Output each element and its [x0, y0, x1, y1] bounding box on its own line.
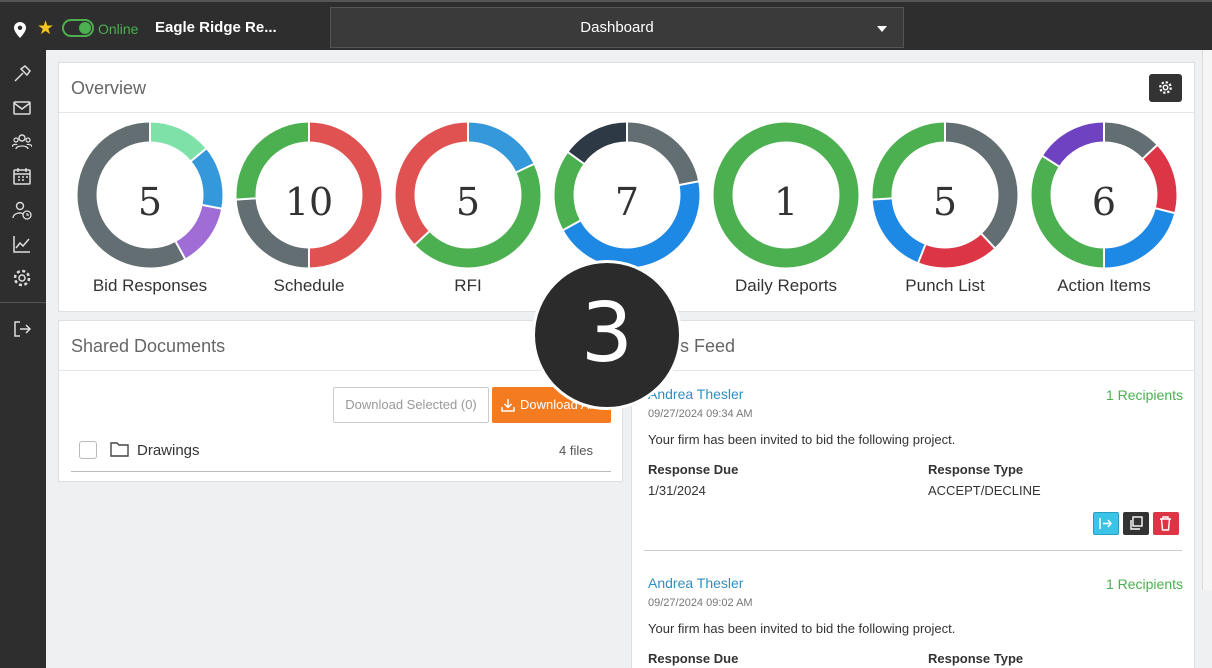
forward-button[interactable]	[1093, 512, 1119, 535]
folder-icon	[110, 442, 129, 457]
location-pin-icon[interactable]	[14, 22, 26, 38]
download-selected-button[interactable]: Download Selected (0)	[333, 387, 489, 423]
shared-documents-title: Shared Documents	[71, 336, 226, 356]
overview-title: Overview	[71, 78, 147, 98]
news-feed-title: s Feed	[680, 336, 736, 356]
feed-message: Your firm has been invited to bid the fo…	[648, 432, 956, 447]
user-clock-icon[interactable]	[12, 200, 32, 220]
step-badge: 3	[532, 260, 682, 410]
feed-recipients[interactable]: 1 Recipients	[1106, 576, 1183, 592]
news-feed-panel: s Feed Andrea Thesler 1 Recipients 09/27…	[631, 320, 1195, 668]
feed-timestamp: 09/27/2024 09:34 AM	[648, 408, 753, 420]
chevron-down-icon	[877, 26, 887, 32]
widget-value: 1	[773, 180, 799, 224]
widget-value: 6	[1091, 180, 1117, 224]
feed-message: Your firm has been invited to bid the fo…	[648, 621, 956, 636]
response-type-label: Response Type	[928, 462, 1024, 477]
team-icon[interactable]	[12, 132, 32, 152]
delete-button[interactable]	[1153, 512, 1179, 535]
feed-item: Andrea Thesler 1 Recipients 09/27/2024 0…	[648, 386, 1183, 546]
widget-punch-list[interactable]: 5 Punch List	[872, 122, 1018, 302]
logout-icon[interactable]	[12, 319, 32, 339]
mail-icon[interactable]	[12, 98, 32, 118]
forward-icon	[1099, 518, 1112, 529]
favorite-star-icon[interactable]: ★	[37, 18, 54, 38]
folder-row-divider	[71, 471, 611, 472]
widget-rfi[interactable]: 5 RFI	[395, 122, 541, 302]
widget-value: 7	[614, 180, 640, 224]
widget-daily-reports[interactable]: 1 Daily Reports	[713, 122, 859, 302]
settings-icon[interactable]	[12, 268, 32, 288]
sidebar	[0, 50, 46, 668]
widget-label: Action Items	[1057, 276, 1151, 295]
widget-value: 5	[932, 180, 958, 224]
calendar-icon[interactable]	[12, 166, 32, 186]
copy-icon	[1130, 516, 1143, 530]
folder-name[interactable]: Drawings	[137, 442, 200, 459]
widget-value: 5	[137, 180, 163, 224]
project-name[interactable]: Eagle Ridge Re...	[155, 19, 277, 36]
response-due-label: Response Due	[648, 651, 739, 666]
response-due-value: 1/31/2024	[648, 483, 706, 498]
page-scrollbar[interactable]	[1202, 50, 1212, 590]
widget-schedule[interactable]: 10 Schedule	[236, 122, 382, 302]
trash-icon	[1160, 516, 1171, 531]
shared-documents-divider	[59, 370, 622, 371]
feed-author[interactable]: Andrea Thesler	[648, 575, 743, 591]
view-select[interactable]: Dashboard	[330, 7, 904, 48]
widget-action-items[interactable]: 6 Action Items	[1031, 122, 1177, 302]
gear-icon	[1159, 81, 1172, 94]
feed-recipients[interactable]: 1 Recipients	[1106, 387, 1183, 403]
feed-author[interactable]: Andrea Thesler	[648, 386, 743, 402]
top-bar: ★ Online Eagle Ridge Re... Dashboard	[0, 0, 1212, 50]
news-feed-divider	[632, 370, 1194, 371]
widget-value: 10	[284, 180, 334, 224]
feed-timestamp: 09/27/2024 09:02 AM	[648, 597, 753, 609]
chart-icon[interactable]	[12, 234, 32, 254]
overview-settings-button[interactable]	[1149, 74, 1182, 102]
response-type-label: Response Type	[928, 651, 1024, 666]
view-select-value: Dashboard	[580, 19, 654, 36]
feed-item: Andrea Thesler 1 Recipients 09/27/2024 0…	[648, 575, 1183, 668]
folder-checkbox[interactable]	[79, 441, 97, 459]
online-status: Online	[98, 21, 139, 37]
overview-divider	[59, 112, 1194, 113]
download-icon	[501, 399, 515, 412]
response-due-label: Response Due	[648, 462, 739, 477]
copy-button[interactable]	[1123, 512, 1149, 535]
online-toggle[interactable]	[62, 19, 94, 37]
feed-item-divider	[644, 550, 1182, 551]
widget-bid-responses[interactable]: 5 Bid Responses	[77, 122, 223, 302]
widget-label: RFI	[454, 276, 482, 295]
hammer-icon[interactable]	[12, 64, 32, 84]
sidebar-divider	[0, 302, 46, 303]
toggle-knob	[79, 22, 91, 34]
widget-value: 5	[455, 180, 481, 224]
file-count: 4 files	[559, 443, 593, 458]
response-type-value: ACCEPT/DECLINE	[928, 483, 1041, 498]
